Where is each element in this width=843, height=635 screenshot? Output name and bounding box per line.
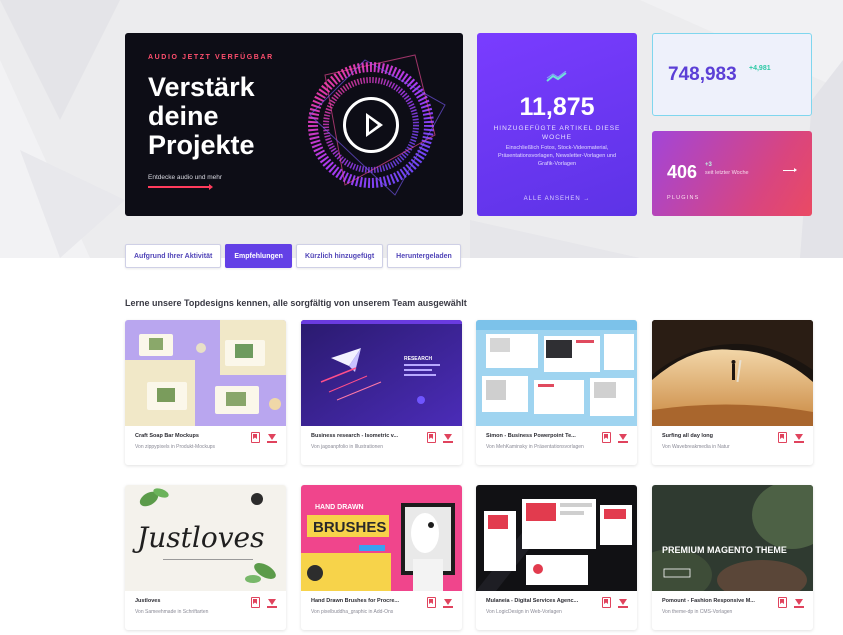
item-author[interactable]: Von jagoanpfolio in Illustrationen [311,444,421,451]
item-title[interactable]: Business research - Isometric v... [311,433,421,439]
total-items-delta: +4,981 [749,65,771,72]
item-card[interactable]: Surfing all day long Von Wavebreakmedia … [652,320,813,465]
tab-activity[interactable]: Aufgrund Ihrer Aktivität [125,244,222,268]
recommendation-tabs: Aufgrund Ihrer Aktivität Empfehlungen Kü… [125,244,461,268]
weekly-added-caption: HINZUGEFÜGTE ARTIKEL DIESE WOCHE [493,125,621,141]
tab-downloaded[interactable]: Heruntergeladen [387,244,461,268]
item-thumbnail[interactable]: BRUSHES HAND DRAWN [301,485,462,591]
total-items-count: 748,983 [668,64,737,85]
download-icon[interactable] [618,432,628,444]
item-title[interactable]: Hand Drawn Brushes for Procre... [311,598,421,604]
item-author[interactable]: Von theme-dp in CMS-Vorlagen [662,609,772,616]
item-title[interactable]: Surfing all day long [662,433,772,439]
bookmark-icon[interactable] [427,432,436,443]
arrow-right-icon[interactable] [783,168,797,172]
weekly-added-count: 11,875 [519,93,595,121]
tab-recommendations[interactable]: Empfehlungen [225,244,292,268]
download-icon[interactable] [443,597,453,609]
item-thumbnail[interactable]: RESEARCH [301,320,462,426]
item-card[interactable]: Mulaneia - Digital Services Agenc... Von… [476,485,637,630]
thumb-text: PREMIUM MAGENTO THEME [662,545,787,555]
plugins-label: PLUGINS [667,195,700,201]
weekly-added-stat-card[interactable]: 11,875 HINZUGEFÜGTE ARTIKEL DIESE WOCHE … [477,33,637,216]
item-card[interactable]: RESEARCH Business research - Isometric v… [301,320,462,465]
trend-up-icon [546,71,567,82]
weekly-added-description: Einschließlich Fotos, Stock-Videomateria… [497,145,616,167]
item-title[interactable]: Mulaneia - Digital Services Agenc... [486,598,596,604]
item-thumbnail[interactable] [476,320,637,426]
banner-headline: Verstärk deine Projekte [148,72,255,160]
banner-subline[interactable]: Entdecke audio und mehr [148,174,222,181]
item-author[interactable]: Von pixelbuddha_graphic in Add-Ons [311,609,421,616]
download-icon[interactable] [267,432,277,444]
audio-promo-banner[interactable]: AUDIO JETZT VERFÜGBAR Verstärk deine Pro… [125,33,463,216]
total-items-stat-card: 748,983 +4,981 [652,33,812,116]
plugins-delta: +3 [705,162,712,168]
bookmark-icon[interactable] [778,432,787,443]
see-all-link[interactable]: ALLE ANSEHEN → [477,196,637,202]
plugins-count: 406 [667,162,698,182]
banner-arrow-line [148,184,213,190]
bookmark-icon[interactable] [602,432,611,443]
tab-recently-added[interactable]: Kürzlich hinzugefügt [295,244,384,268]
item-title[interactable]: Simon - Business Powerpoint Te... [486,433,596,439]
thumb-text: BRUSHES [313,519,386,536]
bookmark-icon[interactable] [427,597,436,608]
section-title: Lerne unsere Topdesigns kennen, alle sor… [125,298,467,308]
item-card[interactable]: Simon - Business Powerpoint Te... Von Me… [476,320,637,465]
download-icon[interactable] [618,597,628,609]
item-author[interactable]: Von zippypixels in Produkt-Mockups [135,444,245,451]
download-icon[interactable] [267,597,277,609]
item-card[interactable]: PREMIUM MAGENTO THEME Pomount - Fashion … [652,485,813,630]
item-title[interactable]: Pomount - Fashion Responsive M... [662,598,772,604]
play-icon[interactable] [343,97,399,153]
plugins-delta-caption: seit letzter Woche [705,170,749,176]
plugins-stat-card[interactable]: 406 +3 seit letzter Woche PLUGINS [652,131,812,216]
bookmark-icon[interactable] [602,597,611,608]
item-author[interactable]: Von MehKaminsky in Präsentationsvorlagen [486,444,596,451]
item-card[interactable]: Justloves Justloves Von Sameehmade in Sc… [125,485,286,630]
item-card[interactable]: BRUSHES HAND DRAWN Hand Drawn Brushes fo… [301,485,462,630]
item-thumbnail[interactable] [652,320,813,426]
item-card[interactable]: Craft Soap Bar Mockups Von zippypixels i… [125,320,286,465]
thumb-text: Justloves [132,521,264,554]
download-icon[interactable] [794,432,804,444]
item-thumbnail[interactable] [125,320,286,426]
item-title[interactable]: Craft Soap Bar Mockups [135,433,245,439]
item-author[interactable]: Von Sameehmade in Schriftarten [135,609,245,616]
bookmark-icon[interactable] [778,597,787,608]
download-icon[interactable] [443,432,453,444]
item-thumbnail[interactable] [476,485,637,591]
banner-eyebrow: AUDIO JETZT VERFÜGBAR [148,54,274,61]
item-title[interactable]: Justloves [135,598,245,604]
item-author[interactable]: Von LogicDesign in Web-Vorlagen [486,609,596,616]
item-thumbnail[interactable]: PREMIUM MAGENTO THEME [652,485,813,591]
item-thumbnail[interactable]: Justloves [125,485,286,591]
bookmark-icon[interactable] [251,597,260,608]
thumb-text: RESEARCH [404,356,432,362]
item-author[interactable]: Von Wavebreakmedia in Natur [662,444,772,451]
download-icon[interactable] [794,597,804,609]
thumb-text: HAND DRAWN [315,504,364,511]
bookmark-icon[interactable] [251,432,260,443]
